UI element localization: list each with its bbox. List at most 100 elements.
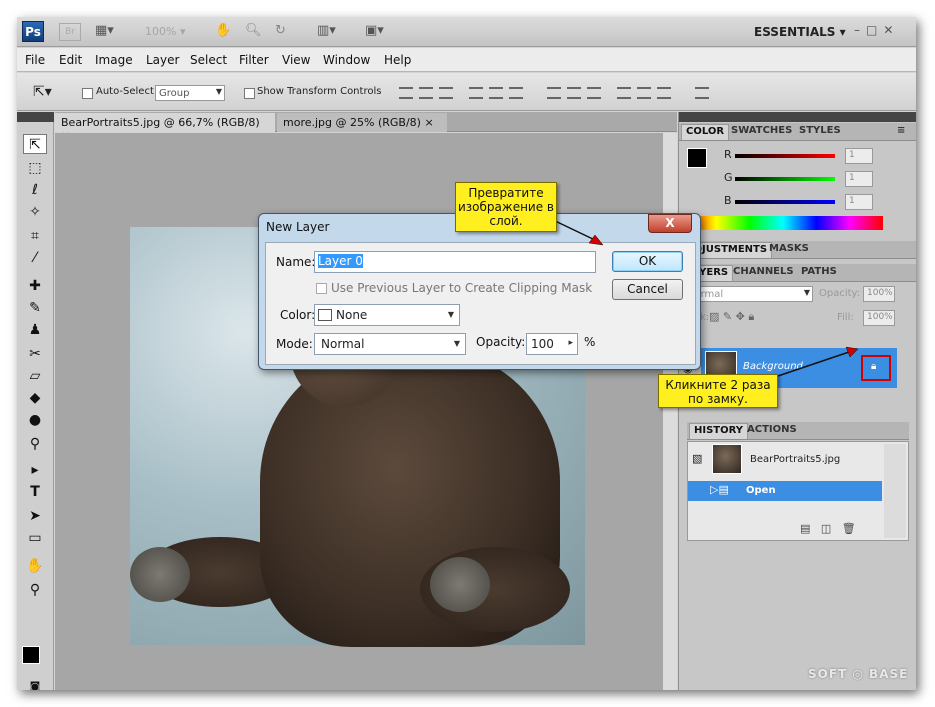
ok-button[interactable]: OK	[612, 251, 683, 272]
document-tabs: BearPortraits5.jpg @ 66,7% (RGB/8) × mor…	[55, 112, 677, 142]
toolbar-header[interactable]	[17, 112, 54, 122]
blur-tool-icon[interactable]: ●	[23, 410, 47, 430]
color-dropdown[interactable]: None ▼	[314, 304, 460, 326]
move-tool-icon[interactable]: ⇱	[23, 134, 47, 154]
distribute-hcenter-icon[interactable]	[637, 87, 651, 99]
distribute-vcenter-icon[interactable]	[567, 87, 581, 99]
channel-b-slider[interactable]	[735, 200, 835, 204]
eyedropper-tool-icon[interactable]: ⁄	[23, 248, 47, 268]
menu-select[interactable]: Select	[190, 53, 227, 67]
lock-options-icons[interactable]: ▨ ✎ ✥ 🔒︎	[709, 310, 754, 324]
history-footer-icons[interactable]: ▤ ◫ 🗑︎	[800, 522, 856, 535]
tab-styles[interactable]: STYLES	[799, 125, 841, 136]
history-snapshot[interactable]: BearPortraits5.jpg	[750, 454, 840, 465]
panel-header[interactable]	[679, 112, 916, 122]
history-step-row[interactable]: ▷▤ Open	[688, 481, 882, 501]
menu-window[interactable]: Window	[323, 53, 370, 67]
align-left-icon[interactable]	[469, 87, 483, 99]
menu-filter[interactable]: Filter	[239, 53, 269, 67]
dodge-tool-icon[interactable]: ⚲	[23, 434, 47, 454]
menu-edit[interactable]: Edit	[59, 53, 82, 67]
tab-more[interactable]: more.jpg @ 25% (RGB/8) ×	[277, 113, 447, 132]
view-extras-icon[interactable]: ▦▾	[95, 23, 114, 38]
arrange-icon[interactable]: ▥▾	[317, 23, 336, 38]
distribute-right-icon[interactable]	[657, 87, 671, 99]
distribute-top-icon[interactable]	[547, 87, 561, 99]
align-vcenter-icon[interactable]	[419, 87, 433, 99]
auto-align-icon[interactable]	[695, 87, 709, 99]
layer-opacity-value[interactable]: 100%	[863, 286, 895, 302]
menu-view[interactable]: View	[282, 53, 310, 67]
eraser-tool-icon[interactable]: ▱	[23, 366, 47, 386]
zoom-icon[interactable]: 🔍︎	[245, 23, 262, 38]
zoom-level[interactable]: 100% ▾	[145, 25, 185, 38]
tab-color[interactable]: COLOR	[681, 124, 730, 140]
shape-tool-icon[interactable]: ▭	[23, 528, 47, 548]
channel-g-value[interactable]: 1	[845, 171, 873, 187]
menu-layer[interactable]: Layer	[146, 53, 179, 67]
align-bottom-icon[interactable]	[439, 87, 453, 99]
auto-select-checkbox[interactable]	[82, 88, 93, 99]
menu-bar: File Edit Image Layer Select Filter View…	[17, 48, 916, 72]
fill-value[interactable]: 100%	[863, 310, 895, 326]
type-tool-icon[interactable]: T	[23, 482, 47, 502]
foreground-color-swatch[interactable]	[22, 646, 40, 664]
hand-tool-icon[interactable]: ✋	[23, 556, 47, 576]
dialog-close-button[interactable]: X	[648, 214, 692, 233]
distribute-bottom-icon[interactable]	[587, 87, 601, 99]
history-brush-icon[interactable]: ✂	[23, 344, 47, 364]
align-hcenter-icon[interactable]	[489, 87, 503, 99]
channel-r-slider[interactable]	[735, 154, 835, 158]
hand-icon[interactable]: ✋	[215, 23, 231, 38]
workspace-switcher[interactable]: ESSENTIALS ▾	[754, 25, 846, 39]
align-top-icon[interactable]	[399, 87, 413, 99]
brush-tool-icon[interactable]: ✎	[23, 298, 47, 318]
tab-swatches[interactable]: SWATCHES	[731, 125, 792, 136]
marquee-tool-icon[interactable]: ⬚	[23, 158, 47, 178]
window-controls[interactable]: –□✕	[854, 23, 899, 37]
channel-b-value[interactable]: 1	[845, 194, 873, 210]
quick-select-icon[interactable]: ✧	[23, 202, 47, 222]
menu-image[interactable]: Image	[95, 53, 133, 67]
color-fg-swatch[interactable]	[687, 148, 707, 168]
crop-tool-icon[interactable]: ⌗	[23, 226, 47, 246]
align-right-icon[interactable]	[509, 87, 523, 99]
tab-actions[interactable]: ACTIONS	[747, 424, 797, 435]
path-select-icon[interactable]: ➤	[23, 506, 47, 526]
history-scrollbar[interactable]	[884, 444, 906, 538]
panel-menu-icon[interactable]: ≡	[897, 125, 905, 136]
rotate-icon[interactable]: ↻	[275, 23, 286, 38]
dialog-opacity-input[interactable]: 100 ▸	[526, 333, 578, 355]
lasso-tool-icon[interactable]: ℓ	[23, 180, 47, 200]
menu-file[interactable]: File	[25, 53, 45, 67]
quick-mask-icon[interactable]: ◙	[23, 677, 47, 690]
clone-stamp-icon[interactable]: ♟	[23, 320, 47, 340]
clipping-mask-checkbox[interactable]	[316, 283, 327, 294]
close-icon[interactable]: ×	[424, 116, 433, 129]
show-transform-checkbox[interactable]	[244, 88, 255, 99]
distribute-left-icon[interactable]	[617, 87, 631, 99]
tab-paths[interactable]: PATHS	[801, 266, 837, 277]
menu-help[interactable]: Help	[384, 53, 411, 67]
channel-g-label: G	[724, 171, 733, 184]
tab-bearportraits[interactable]: BearPortraits5.jpg @ 66,7% (RGB/8) ×	[55, 113, 275, 142]
move-tool-preset-icon[interactable]: ⇱▾	[33, 84, 52, 100]
channel-g-slider[interactable]	[735, 177, 835, 181]
application-bar: Ps Br ▦▾ 100% ▾ ✋ 🔍︎ ↻ ▥▾ ▣▾ ESSENTIALS …	[17, 17, 916, 47]
healing-brush-icon[interactable]: ✚	[23, 276, 47, 296]
bear-paw-left	[130, 547, 190, 602]
cancel-button[interactable]: Cancel	[612, 279, 683, 300]
auto-select-dropdown[interactable]: Group ▼	[155, 85, 225, 101]
blend-mode-dropdown[interactable]: Normal ▼	[683, 286, 813, 302]
paint-bucket-icon[interactable]: ◆	[23, 388, 47, 408]
channel-r-value[interactable]: 1	[845, 148, 873, 164]
tab-history[interactable]: HISTORY	[689, 423, 749, 439]
zoom-tool-icon[interactable]: ⚲	[23, 580, 47, 600]
tab-channels[interactable]: CHANNELS	[733, 266, 794, 277]
bridge-icon[interactable]: Br	[59, 23, 81, 41]
color-ramp[interactable]	[683, 216, 883, 230]
mode-dropdown[interactable]: Normal ▼	[314, 333, 466, 355]
screen-mode-icon[interactable]: ▣▾	[365, 23, 384, 38]
tab-masks[interactable]: MASKS	[769, 243, 809, 254]
pen-tool-icon[interactable]: ▸	[23, 460, 47, 480]
